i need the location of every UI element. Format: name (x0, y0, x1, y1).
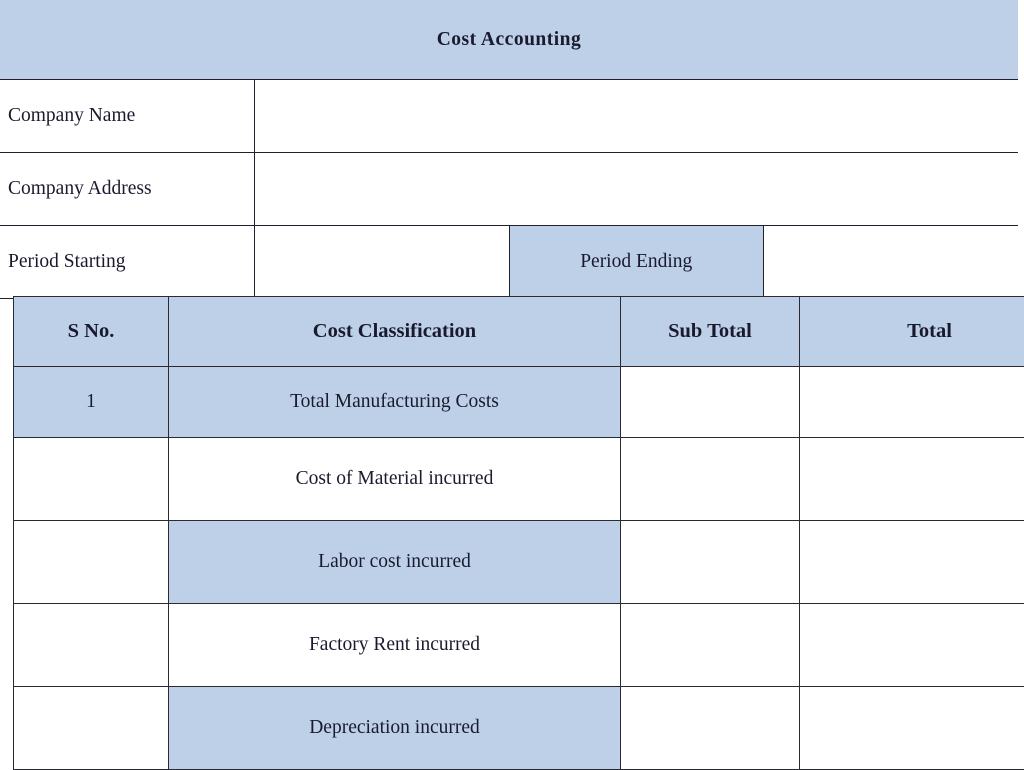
cell-sub-total[interactable] (621, 687, 800, 770)
cost-accounting-form: Cost Accounting Company Name Company Add… (0, 0, 1024, 768)
cost-classification-table: S No. Cost Classification Sub Total Tota… (13, 296, 1024, 770)
period-starting-label: Period Starting (0, 226, 255, 299)
cell-sub-total[interactable] (621, 521, 800, 604)
cell-sub-total[interactable] (621, 367, 800, 438)
company-address-row: Company Address (0, 153, 1018, 226)
page-title: Cost Accounting (0, 0, 1018, 80)
cell-sub-total[interactable] (621, 604, 800, 687)
period-row: Period Starting Period Ending (0, 226, 1018, 299)
company-address-label: Company Address (0, 153, 255, 226)
column-header-sub-total: Sub Total (621, 297, 800, 367)
cell-total[interactable] (800, 438, 1024, 521)
cell-s-no[interactable] (14, 438, 169, 521)
identification-block: Cost Accounting Company Name Company Add… (0, 0, 1018, 299)
column-header-total: Total (800, 297, 1024, 367)
cell-classification: Cost of Material incurred (169, 438, 621, 521)
table-row: 1 Total Manufacturing Costs (14, 367, 1024, 438)
cell-classification: Total Manufacturing Costs (169, 367, 621, 438)
cell-s-no[interactable]: 1 (14, 367, 169, 438)
period-ending-field[interactable] (764, 226, 1019, 299)
company-name-field[interactable] (255, 80, 1019, 153)
cell-sub-total[interactable] (621, 438, 800, 521)
table-header-row: S No. Cost Classification Sub Total Tota… (14, 297, 1024, 367)
cell-classification: Labor cost incurred (169, 521, 621, 604)
table-row: Cost of Material incurred (14, 438, 1024, 521)
cell-classification: Factory Rent incurred (169, 604, 621, 687)
period-ending-label: Period Ending (509, 226, 764, 299)
cell-total[interactable] (800, 687, 1024, 770)
cell-total[interactable] (800, 367, 1024, 438)
column-header-s-no: S No. (14, 297, 169, 367)
company-address-field[interactable] (255, 153, 1019, 226)
cell-total[interactable] (800, 521, 1024, 604)
table-row: Factory Rent incurred (14, 604, 1024, 687)
cell-classification: Depreciation incurred (169, 687, 621, 770)
column-header-classification: Cost Classification (169, 297, 621, 367)
period-starting-field[interactable] (255, 226, 510, 299)
cell-s-no[interactable] (14, 604, 169, 687)
title-row: Cost Accounting (0, 0, 1018, 80)
table-row: Depreciation incurred (14, 687, 1024, 770)
cell-s-no[interactable] (14, 521, 169, 604)
company-name-label: Company Name (0, 80, 255, 153)
cell-s-no[interactable] (14, 687, 169, 770)
cell-total[interactable] (800, 604, 1024, 687)
company-name-row: Company Name (0, 80, 1018, 153)
table-row: Labor cost incurred (14, 521, 1024, 604)
